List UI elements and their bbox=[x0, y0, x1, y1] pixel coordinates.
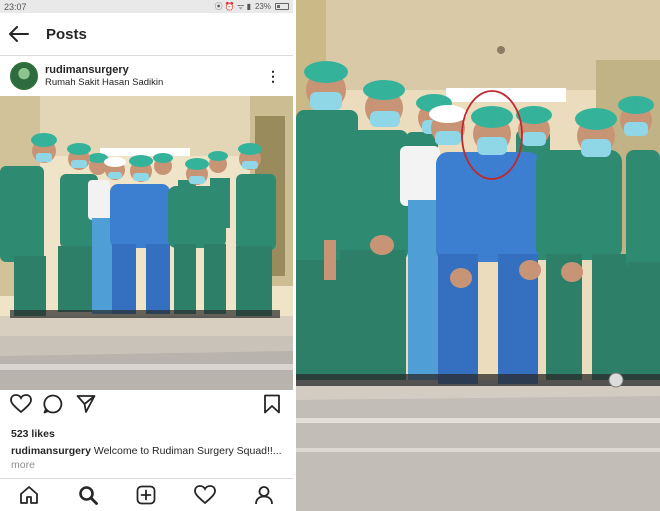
comment-button[interactable] bbox=[43, 394, 63, 419]
likes-count[interactable]: 523 likes bbox=[11, 428, 55, 440]
home-icon bbox=[20, 486, 39, 504]
status-icons: ⦿ ⏰ ᯤ ▮ bbox=[214, 2, 251, 11]
post-location[interactable]: Rumah Sakit Hasan Sadikin bbox=[45, 77, 163, 88]
avatar[interactable] bbox=[10, 62, 38, 90]
post-photo[interactable] bbox=[0, 96, 293, 390]
caption-username[interactable]: rudimansurgery bbox=[11, 445, 91, 457]
battery-icon bbox=[275, 3, 289, 10]
zoomed-group-photo-image bbox=[296, 0, 660, 511]
nav-home[interactable] bbox=[13, 480, 45, 510]
save-button[interactable] bbox=[263, 394, 281, 419]
nav-add[interactable] bbox=[130, 480, 162, 510]
page-title: Posts bbox=[46, 25, 87, 43]
add-icon bbox=[137, 485, 156, 505]
bottom-navigation bbox=[0, 479, 293, 511]
top-app-bar: Posts bbox=[0, 13, 293, 55]
status-bar: 23:07 ⦿ ⏰ ᯤ ▮ 23% bbox=[0, 0, 293, 13]
profile-icon bbox=[254, 486, 273, 505]
bookmark-icon bbox=[264, 394, 280, 414]
battery-percent: 23% bbox=[254, 2, 271, 11]
nav-activity[interactable] bbox=[189, 480, 221, 510]
post-header: rudimansurgery Rumah Sakit Hasan Sadikin… bbox=[0, 56, 293, 96]
post-caption: rudimansurgery Welcome to Rudiman Surger… bbox=[11, 444, 283, 472]
zoomed-photo bbox=[296, 0, 660, 511]
group-photo-image bbox=[0, 96, 293, 390]
heart-icon bbox=[10, 394, 32, 414]
like-button[interactable] bbox=[10, 394, 32, 419]
instagram-post-screenshot: 23:07 ⦿ ⏰ ᯤ ▮ 23% Posts rudimansurgery R… bbox=[0, 0, 293, 511]
arrow-left-icon bbox=[9, 26, 29, 42]
nav-profile[interactable] bbox=[248, 480, 280, 510]
back-button[interactable] bbox=[0, 13, 38, 55]
share-icon bbox=[76, 395, 96, 413]
post-actions bbox=[0, 394, 293, 420]
share-button[interactable] bbox=[76, 394, 96, 419]
more-options-button[interactable]: ⋮ bbox=[266, 68, 280, 85]
status-time: 23:07 bbox=[4, 1, 27, 12]
nav-search[interactable] bbox=[72, 480, 104, 510]
search-icon bbox=[79, 486, 98, 505]
caption-text: Welcome to Rudiman Surgery Squad!!... bbox=[90, 445, 282, 457]
activity-icon bbox=[194, 485, 216, 505]
comment-icon bbox=[43, 394, 63, 414]
post-username[interactable]: rudimansurgery bbox=[45, 64, 163, 76]
caption-more-link[interactable]: more bbox=[11, 459, 35, 471]
